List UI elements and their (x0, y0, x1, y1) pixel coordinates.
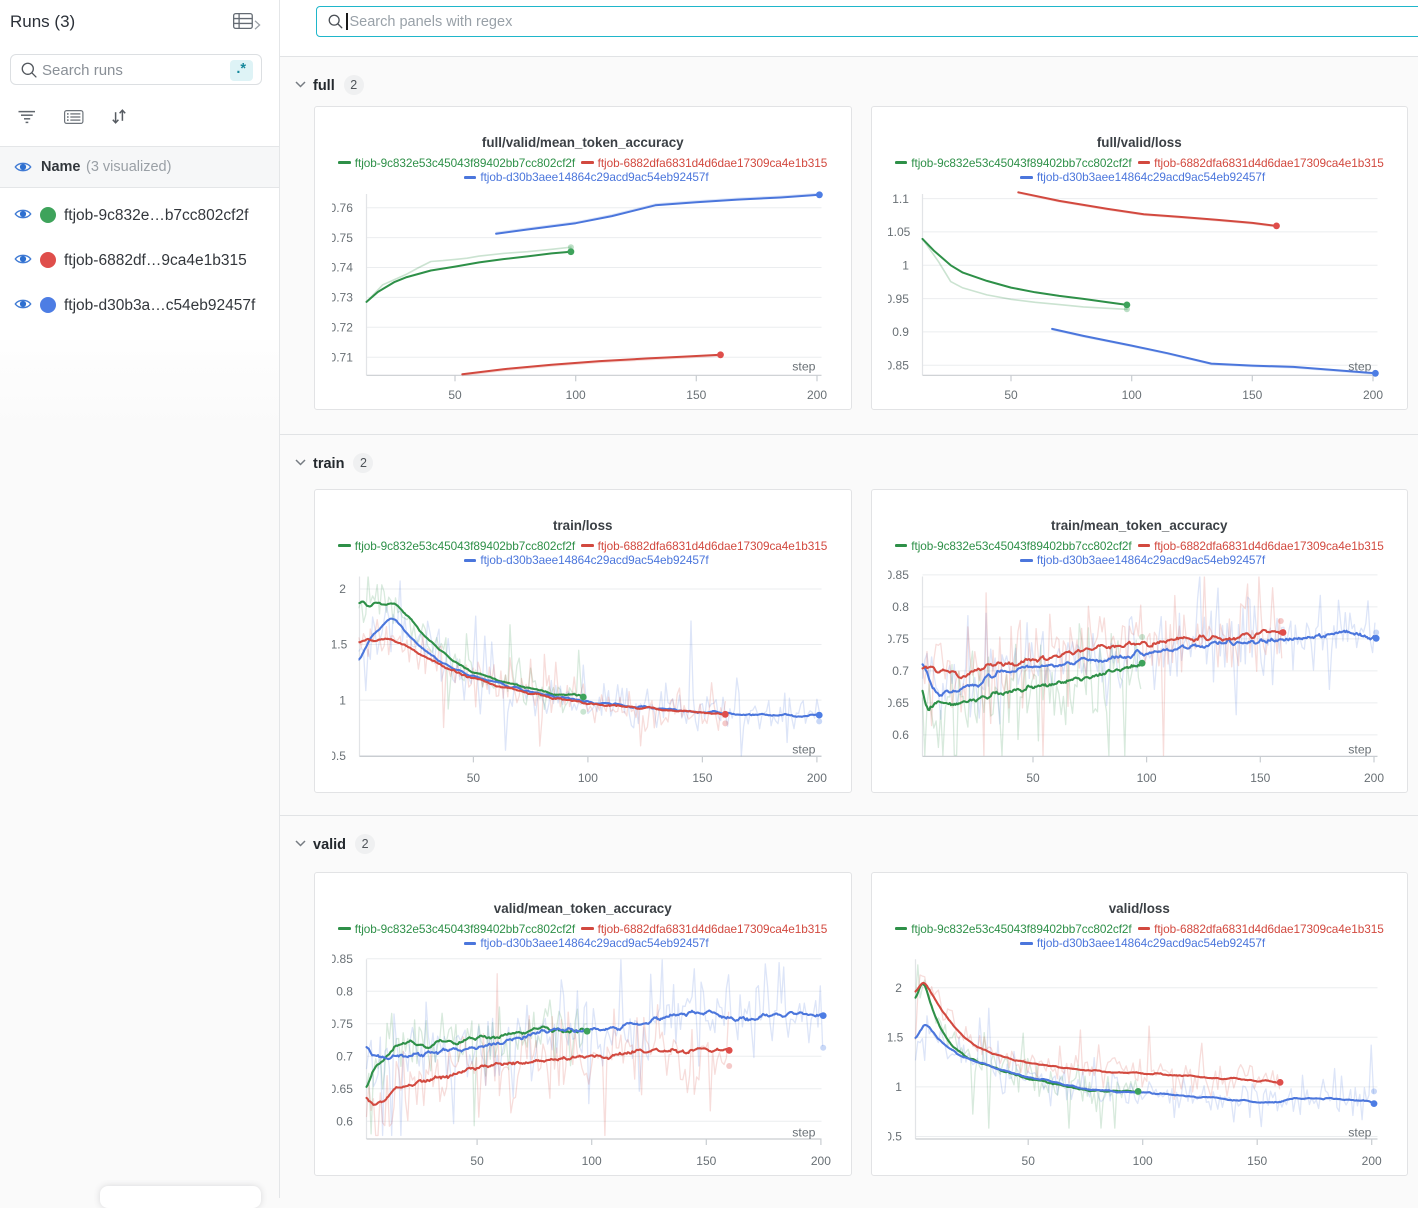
svg-text:100: 100 (565, 388, 585, 402)
svg-text:200: 200 (806, 388, 826, 402)
svg-text:0.74: 0.74 (332, 261, 353, 275)
svg-text:0.8: 0.8 (892, 600, 909, 614)
svg-text:50: 50 (1026, 771, 1040, 785)
svg-text:1: 1 (895, 1080, 902, 1094)
svg-text:0.7: 0.7 (892, 664, 909, 678)
svg-text:200: 200 (1364, 771, 1384, 785)
svg-text:0.7: 0.7 (336, 1049, 353, 1063)
svg-text:0.75: 0.75 (332, 231, 353, 245)
svg-text:0.5: 0.5 (332, 749, 346, 763)
svg-text:0.8: 0.8 (336, 984, 353, 998)
svg-text:0.6: 0.6 (336, 1114, 353, 1128)
svg-text:150: 150 (1250, 771, 1270, 785)
svg-text:1: 1 (902, 259, 909, 273)
svg-text:150: 150 (1247, 1154, 1267, 1168)
svg-text:0.85: 0.85 (888, 568, 909, 582)
svg-text:0.65: 0.65 (888, 696, 909, 710)
svg-text:50: 50 (466, 771, 480, 785)
svg-text:1.1: 1.1 (892, 192, 909, 206)
svg-text:200: 200 (1362, 1154, 1382, 1168)
svg-text:1.05: 1.05 (888, 225, 911, 239)
svg-text:100: 100 (577, 771, 597, 785)
svg-text:150: 150 (1242, 388, 1262, 402)
svg-text:0.6: 0.6 (892, 728, 909, 742)
svg-text:1.5: 1.5 (888, 1031, 904, 1045)
svg-text:step: step (792, 360, 815, 374)
svg-text:2: 2 (339, 582, 346, 596)
svg-text:200: 200 (810, 1154, 830, 1168)
svg-text:100: 100 (1137, 771, 1157, 785)
svg-text:step: step (1348, 1126, 1371, 1140)
svg-text:0.75: 0.75 (888, 632, 909, 646)
svg-text:100: 100 (1122, 388, 1142, 402)
svg-text:50: 50 (1022, 1154, 1036, 1168)
svg-text:150: 150 (696, 1154, 716, 1168)
svg-text:100: 100 (1133, 1154, 1153, 1168)
svg-text:0.65: 0.65 (332, 1082, 353, 1096)
svg-text:0.95: 0.95 (888, 292, 909, 306)
svg-text:step: step (792, 1126, 815, 1140)
svg-text:100: 100 (581, 1154, 601, 1168)
svg-text:200: 200 (806, 771, 826, 785)
svg-text:0.85: 0.85 (332, 952, 353, 966)
svg-text:150: 150 (692, 771, 712, 785)
svg-text:0.5: 0.5 (888, 1130, 902, 1144)
svg-text:50: 50 (470, 1154, 484, 1168)
svg-text:0.73: 0.73 (332, 291, 353, 305)
svg-text:step: step (1348, 743, 1371, 757)
svg-text:50: 50 (448, 388, 462, 402)
svg-text:0.85: 0.85 (888, 359, 909, 373)
svg-text:0.72: 0.72 (332, 321, 353, 335)
svg-text:1: 1 (339, 693, 346, 707)
svg-text:200: 200 (1363, 388, 1383, 402)
svg-text:1.5: 1.5 (332, 638, 348, 652)
svg-text:50: 50 (1004, 388, 1018, 402)
svg-text:150: 150 (686, 388, 706, 402)
svg-text:step: step (792, 743, 815, 757)
svg-text:0.76: 0.76 (332, 201, 353, 215)
svg-text:2: 2 (895, 981, 902, 995)
svg-text:0.9: 0.9 (892, 325, 909, 339)
svg-text:0.75: 0.75 (332, 1017, 353, 1031)
svg-text:0.71: 0.71 (332, 350, 353, 364)
